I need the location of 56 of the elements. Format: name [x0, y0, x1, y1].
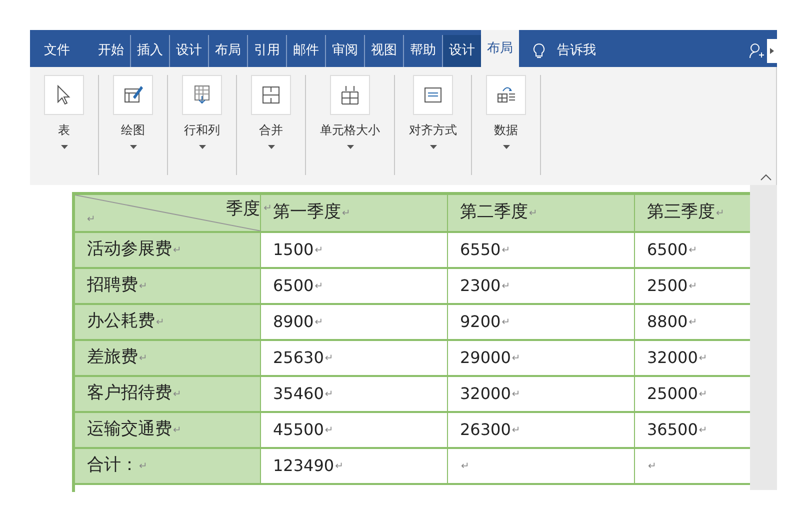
- table-cell: 6550↵: [448, 233, 635, 269]
- tell-me-field[interactable]: 告诉我: [557, 35, 596, 67]
- ribbon-tab[interactable]: 开始: [92, 35, 130, 67]
- table-cell: 32000↵: [448, 377, 635, 413]
- dropdown-caret-icon[interactable]: [430, 145, 436, 149]
- row-header: 差旅费↵: [75, 341, 261, 377]
- ribbon-group-label[interactable]: 对齐方式: [409, 121, 457, 139]
- table-cell: 29000↵: [448, 341, 635, 377]
- table-cell: 1500↵: [261, 233, 448, 269]
- ribbon-group-label[interactable]: 绘图: [121, 121, 145, 139]
- header-text: 季度: [226, 198, 260, 221]
- merge-button[interactable]: [251, 75, 291, 115]
- ribbon-tab[interactable]: 布局: [481, 30, 519, 67]
- dropdown-caret-icon[interactable]: [346, 145, 354, 149]
- table-cell: ↵: [448, 449, 635, 485]
- ribbon-group-label[interactable]: 合并: [259, 121, 283, 139]
- table-cell: 35460↵: [261, 377, 448, 413]
- ribbon-tab[interactable]: 文件: [30, 35, 84, 67]
- table-cell: 26300↵: [448, 413, 635, 449]
- paragraph-mark: ↵: [264, 202, 272, 216]
- table-cell: 123490↵: [261, 449, 448, 485]
- table-cell: 8900↵: [261, 305, 448, 341]
- row-header: 运输交通费↵: [75, 413, 261, 449]
- table-cell: 6500↵: [261, 269, 448, 305]
- table-cell: 25630↵: [261, 341, 448, 377]
- collapse-ribbon-icon[interactable]: [760, 173, 772, 181]
- ribbon-group-label[interactable]: 行和列: [184, 121, 220, 139]
- ribbon-group-label[interactable]: 表: [58, 121, 70, 139]
- row-header: 办公耗费↵: [75, 305, 261, 341]
- dropdown-caret-icon[interactable]: [502, 145, 510, 149]
- row-header: 客户招待费↵: [75, 377, 261, 413]
- row-header: 招聘费↵: [75, 269, 261, 305]
- draw-button[interactable]: [113, 75, 153, 115]
- ribbon-tab[interactable]: 设计: [442, 35, 481, 67]
- scroll-bar[interactable]: [750, 185, 777, 490]
- ribbon-group-label[interactable]: 数据: [494, 121, 518, 139]
- data-button[interactable]: [486, 75, 526, 115]
- size-button[interactable]: [330, 75, 370, 115]
- table-cell: 45500↵: [261, 413, 448, 449]
- rows-button[interactable]: [182, 75, 222, 115]
- align-button[interactable]: [413, 75, 453, 115]
- column-header: 第三季度↵: [635, 195, 750, 233]
- column-header: 第二季度↵: [448, 195, 635, 233]
- row-header: 活动参展费↵: [75, 233, 261, 269]
- dropdown-caret-icon[interactable]: [60, 145, 68, 149]
- dropdown-caret-icon[interactable]: [130, 145, 136, 149]
- share-person-icon[interactable]: [749, 43, 765, 59]
- dropdown-caret-icon[interactable]: [268, 145, 274, 149]
- row-header: 合计：↵: [75, 449, 261, 485]
- dropdown-caret-icon[interactable]: [198, 145, 206, 149]
- table-cell: 2300↵: [448, 269, 635, 305]
- cursor-button[interactable]: [44, 75, 84, 115]
- ribbon-group-label[interactable]: 单元格大小: [320, 121, 380, 139]
- lightbulb-icon[interactable]: [533, 43, 545, 59]
- table-cell: 9200↵: [448, 305, 635, 341]
- paragraph-mark: ↵: [87, 213, 96, 227]
